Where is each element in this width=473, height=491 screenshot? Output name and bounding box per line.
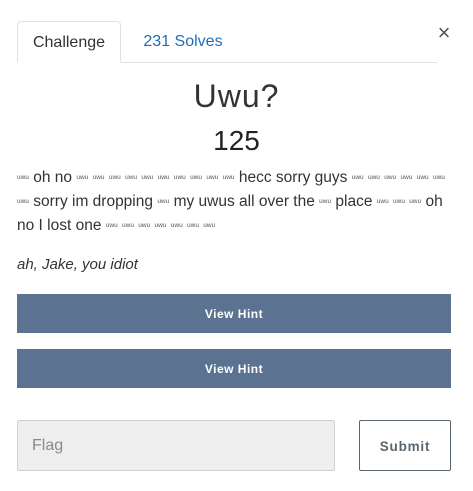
uwu-mark: uwu — [173, 174, 186, 181]
uwu-mark: uwu — [432, 174, 445, 181]
uwu-mark: uwu — [206, 174, 219, 181]
uwu-mark: uwu — [190, 174, 203, 181]
uwu-mark: uwu — [76, 174, 89, 181]
uwu-mark: uwu — [138, 222, 151, 230]
challenge-description: uwu oh no uwu uwu uwu uwu uwu uwu uwu uw… — [17, 166, 457, 238]
uwu-mark: uwu — [367, 174, 380, 181]
close-icon[interactable]: × — [434, 22, 454, 44]
description-text: hecc sorry guys — [238, 169, 348, 187]
uwu-mark: uwu — [170, 222, 183, 230]
tab-challenge[interactable]: Challenge — [17, 21, 121, 63]
uwu-mark: uwu — [203, 222, 216, 230]
uwu-mark: uwu — [154, 222, 167, 230]
uwu-mark: uwu — [222, 174, 235, 181]
challenge-modal: Challenge 231 Solves × Uwu? 125 uwu oh n… — [0, 0, 473, 491]
uwu-mark: uwu — [141, 174, 154, 181]
uwu-mark: uwu — [157, 198, 170, 206]
description-text: my uwus all over the — [173, 193, 315, 211]
uwu-mark: uwu — [319, 198, 332, 206]
challenge-aside: ah, Jake, you idiot — [17, 256, 138, 273]
challenge-name: Uwu? — [193, 78, 280, 114]
uwu-mark: uwu — [17, 174, 29, 181]
description-text: sorry im dropping — [33, 193, 153, 211]
challenge-value: 125 — [213, 125, 260, 156]
uwu-mark: uwu — [400, 174, 413, 181]
uwu-mark: uwu — [187, 222, 199, 230]
uwu-mark: uwu — [416, 174, 429, 181]
view-hint-button[interactable]: View Hint — [17, 349, 451, 388]
uwu-mark: uwu — [157, 174, 170, 181]
tab-bar: Challenge 231 Solves — [17, 21, 437, 63]
uwu-mark: uwu — [384, 174, 397, 181]
uwu-mark: uwu — [125, 174, 138, 181]
uwu-mark: uwu — [105, 222, 118, 230]
tab-solves[interactable]: 231 Solves — [123, 21, 243, 62]
uwu-mark: uwu — [351, 174, 364, 181]
description-text: place — [335, 193, 373, 211]
description-text: oh no — [33, 169, 73, 187]
uwu-mark: uwu — [409, 198, 422, 206]
uwu-mark: uwu — [376, 198, 389, 206]
uwu-mark: uwu — [108, 174, 121, 181]
submit-button[interactable]: Submit — [359, 420, 451, 471]
view-hint-button[interactable]: View Hint — [17, 294, 451, 333]
uwu-mark: uwu — [17, 198, 29, 206]
uwu-mark: uwu — [122, 222, 134, 230]
uwu-mark: uwu — [393, 198, 405, 206]
flag-input[interactable] — [17, 420, 335, 471]
uwu-mark: uwu — [92, 174, 105, 181]
